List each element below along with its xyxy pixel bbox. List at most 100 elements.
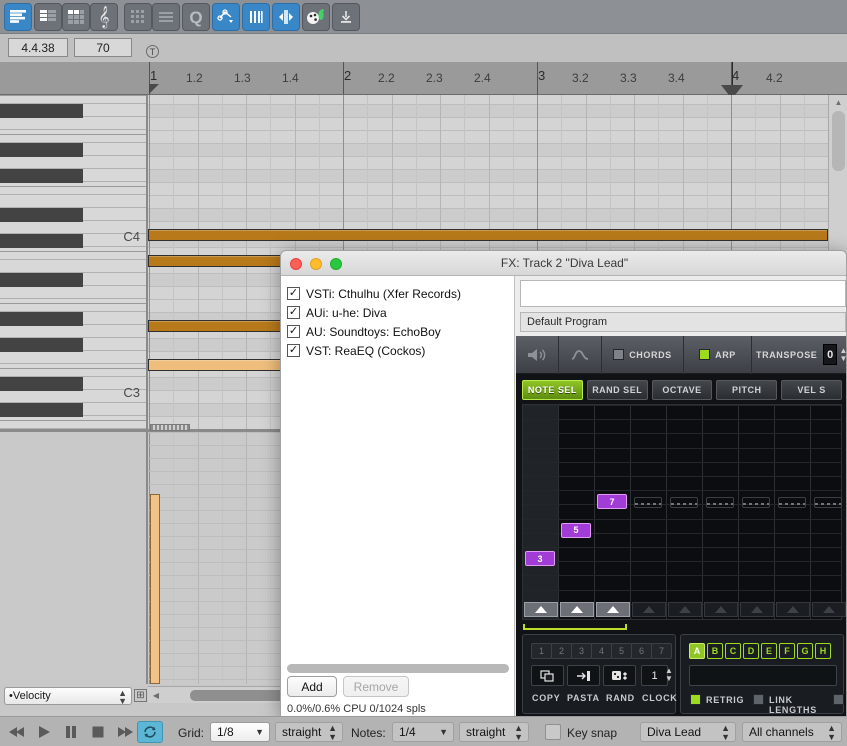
notes-value-select[interactable]: 1/4 ▼ (392, 722, 454, 742)
transpose-control[interactable]: TRANSPOSE 0 ▲▼ (752, 336, 846, 374)
piano-black-key[interactable] (0, 104, 83, 118)
fx-program-select[interactable]: Default Program (520, 312, 846, 332)
step-placeholder[interactable] (670, 497, 698, 508)
grid-value-select[interactable]: 1/8 ▼ (210, 722, 270, 742)
fast-forward-button[interactable] (112, 721, 138, 743)
fx-plugin-row[interactable]: ✓ AU: Soundtoys: EchoBoy (281, 322, 514, 341)
fx-plugin-list[interactable]: ✓ VSTi: Cthulhu (Xfer Records) ✓ AUi: u-he:… (281, 276, 515, 717)
curve-icon[interactable] (559, 336, 602, 374)
step-placeholder[interactable] (778, 497, 806, 508)
piano-keyboard[interactable]: C4 C3 (0, 95, 148, 429)
arp-toggle[interactable]: ARP (684, 336, 752, 374)
bank-button-a[interactable]: A (689, 643, 705, 659)
channel-select[interactable]: All channels ▲ ▼ (742, 722, 842, 742)
quantize-icon[interactable]: Q (182, 3, 210, 31)
tool-badge[interactable]: T (146, 45, 159, 58)
bank-button-e[interactable]: E (761, 643, 777, 659)
pattern-button-5[interactable]: 5 (611, 643, 632, 659)
step-cell[interactable]: 7 (597, 494, 627, 510)
piano-black-key[interactable] (0, 169, 83, 183)
fx-plugin-checkbox[interactable]: ✓ (287, 287, 300, 300)
spinner-icon[interactable]: ▲▼ (839, 346, 846, 363)
bank-button-d[interactable]: D (743, 643, 759, 659)
rand-button[interactable] (603, 665, 636, 686)
chords-toggle[interactable]: CHORDS (602, 336, 684, 374)
drum-grid-icon[interactable] (124, 3, 152, 31)
notes-swing-select[interactable]: straight ▲ ▼ (459, 722, 529, 742)
fx-plugin-checkbox[interactable]: ✓ (287, 344, 300, 357)
piano-black-key[interactable] (0, 338, 83, 352)
step-column[interactable] (811, 405, 846, 619)
lane-divider-grip[interactable] (150, 424, 190, 431)
rewind-button[interactable] (4, 721, 30, 743)
copy-button[interactable] (531, 665, 564, 686)
piano-white-key[interactable] (0, 286, 146, 299)
track-select[interactable]: Diva Lead ▲ ▼ (640, 722, 736, 742)
step-gate[interactable] (704, 602, 738, 617)
pitch-shape-icon[interactable] (212, 3, 240, 31)
plugin-tab-rand-sel[interactable]: RAND SEL (586, 380, 648, 400)
piano-black-key[interactable] (0, 143, 83, 157)
step-column[interactable] (703, 405, 739, 619)
piano-black-key[interactable] (0, 273, 83, 287)
step-gate[interactable] (632, 602, 666, 617)
piano-white-key[interactable] (0, 195, 146, 208)
plugin-tab-note-sel[interactable]: NOTE SEL (522, 380, 583, 400)
fx-plugin-checkbox[interactable]: ✓ (287, 325, 300, 338)
step-column[interactable] (595, 405, 631, 619)
lane-type-select[interactable]: •Velocity ▲ ▼ (4, 687, 132, 706)
plugin-tab-pitch[interactable]: PITCH (716, 380, 778, 400)
stop-button[interactable] (85, 721, 111, 743)
bank-name-field[interactable] (689, 665, 837, 686)
midi-note-1[interactable] (148, 229, 828, 241)
paste-button[interactable] (567, 665, 600, 686)
step-sequencer-grid[interactable]: 357 (522, 404, 846, 620)
piano-black-key[interactable] (0, 377, 83, 391)
step-gate[interactable] (776, 602, 810, 617)
piano-black-key[interactable] (0, 403, 83, 417)
step-column[interactable] (631, 405, 667, 619)
pattern-button-4[interactable]: 4 (591, 643, 612, 659)
step-cell[interactable]: 5 (561, 522, 591, 538)
piano-white-key[interactable] (0, 117, 146, 130)
fx-plugin-row[interactable]: ✓ AUi: u-he: Diva (281, 303, 514, 322)
piano-white-key[interactable] (0, 416, 146, 429)
pause-button[interactable] (58, 721, 84, 743)
grid-swing-select[interactable]: straight ▲ ▼ (275, 722, 343, 742)
bank-button-f[interactable]: F (779, 643, 795, 659)
step-column[interactable] (523, 405, 559, 619)
scroll-left-arrow[interactable]: ◀ (148, 687, 164, 704)
event-list-icon[interactable] (152, 3, 180, 31)
piano-white-key[interactable] (0, 95, 146, 104)
step-cell[interactable]: 3 (525, 551, 555, 566)
retrig-checkbox[interactable] (690, 694, 701, 705)
piano-white-key[interactable] (0, 260, 146, 273)
fx-param-field[interactable] (520, 280, 846, 307)
velocity-bar[interactable] (150, 494, 160, 684)
piano-white-key[interactable] (0, 182, 146, 195)
speaker-icon[interactable] (516, 336, 559, 374)
loop-button[interactable] (137, 721, 163, 743)
step-gate[interactable] (560, 602, 594, 617)
step-placeholder[interactable] (814, 497, 842, 508)
bank-button-h[interactable]: H (815, 643, 831, 659)
fx-plugin-row[interactable]: ✓ VST: ReaEQ (Cockos) (281, 341, 514, 360)
pattern-button-6[interactable]: 6 (631, 643, 652, 659)
tempo-field[interactable]: 70 (74, 38, 132, 57)
pattern-button-7[interactable]: 7 (651, 643, 672, 659)
step-column[interactable] (775, 405, 811, 619)
piano-black-key[interactable] (0, 312, 83, 326)
velocity-bars-icon[interactable] (242, 3, 270, 31)
step-column[interactable] (667, 405, 703, 619)
piano-white-key[interactable] (0, 351, 146, 364)
piano-black-key[interactable] (0, 208, 83, 222)
piano-black-key[interactable] (0, 234, 83, 248)
piano-white-key[interactable] (0, 364, 146, 377)
lane-expand-button[interactable]: ⊞ (134, 689, 147, 702)
piano-white-key[interactable] (0, 325, 146, 338)
piano-white-key[interactable] (0, 247, 146, 260)
step-placeholder[interactable] (742, 497, 770, 508)
transpose-value[interactable]: 0 (823, 344, 838, 365)
link-lengths-checkbox[interactable] (753, 694, 764, 705)
pattern-button-2[interactable]: 2 (551, 643, 572, 659)
